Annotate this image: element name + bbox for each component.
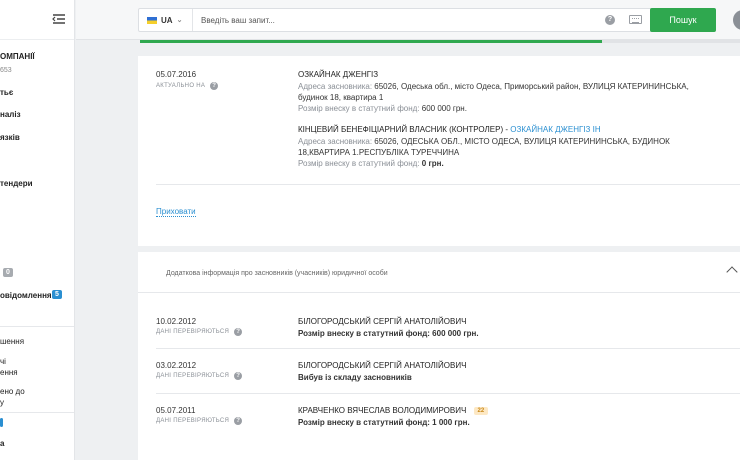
sidebar-item-tenders[interactable]: тендери [0,179,33,188]
status-text: АКТУАЛЬНО НА [156,83,206,89]
active-indicator [0,418,3,427]
company-code: 653 [0,67,12,74]
company-title: ОМПАНІЇ [0,52,35,61]
help-icon[interactable]: ? [605,15,615,25]
capital-value: 0 грн. [421,159,444,168]
founder-name: ОЗКАЙНАК ДЖЕНГІЗ [298,70,379,79]
address-value: 65026, ОДЕСЬКА ОБЛ., МІСТО ОДЕСА, ВУЛИЦЯ… [374,137,670,146]
sidebar-subitem[interactable]: а [0,437,4,450]
sidebar-item-analysis[interactable]: наліз [0,110,21,119]
address-label: Адреса засновника: [298,137,373,146]
beneficiary-link[interactable]: ОЗКАЙНАК ДЖЕНГІЗ ІН [510,125,600,134]
collapse-menu-icon[interactable] [52,12,66,26]
progress-bar [140,40,740,43]
status-label: ДАНІ ПЕРЕВІРЯЮТЬСЯ ? [156,372,243,380]
divider [138,292,740,293]
chevron-down-icon: ⌄ [176,17,183,24]
history-name: БІЛОГОРОДСЬКИЙ СЕРГІЙ АНАТОЛІЙОВИЧ [298,317,467,326]
sidebar-divider [0,326,74,327]
count-badge: 0 [3,268,13,277]
ukraine-flag-icon [147,16,157,24]
search-input[interactable] [201,9,591,31]
capital-value: 600 000 грн. [421,104,467,113]
history-date: 03.02.2012 [156,361,197,370]
beneficiary-address-cont: 18,КВАРТИРА 1.РЕСПУБЛІКА ТУРЕЧЧИНА [298,148,460,157]
role-separator: - [505,125,509,134]
history-detail: Розмір внеску в статутний фонд: 600 000 … [298,329,479,338]
sidebar-item-dossier[interactable]: тьє [0,88,13,97]
status-label: АКТУАЛЬНО НА ? [156,82,219,90]
founders-date: 05.07.2016 [156,70,197,79]
address-label: Адреса засновника: [298,82,373,91]
beneficiary-address: Адреса засновника: 65026, ОДЕСЬКА ОБЛ., … [298,136,728,147]
status-label: ДАНІ ПЕРЕВІРЯЮТЬСЯ ? [156,328,243,336]
sidebar-item-links[interactable]: язків [0,133,20,142]
founders-history-card: Додаткова інформація про засновників (уч… [138,252,740,460]
status-label: ДАНІ ПЕРЕВІРЯЮТЬСЯ ? [156,417,243,425]
help-icon[interactable]: ? [210,82,219,90]
sidebar-subitem[interactable]: шення [0,335,24,348]
notifications-count-badge: 5 [52,290,62,299]
capital-label: Розмір внеску в статутний фонд: [298,104,420,113]
keyboard-icon[interactable] [629,15,642,24]
founder-capital: Розмір внеску в статутний фонд: 600 000 … [298,103,728,114]
history-detail: Розмір внеску в статутний фонд: 1 000 гр… [298,418,470,427]
sidebar-divider [0,412,74,413]
founder-address: Адреса засновника: 65026, Одеська обл., … [298,81,728,92]
beneficiary-capital: Розмір внеску в статутний фонд: 0 грн. [298,158,728,169]
status-text: ДАНІ ПЕРЕВІРЯЮТЬСЯ [156,418,230,424]
sidebar-subitem[interactable]: у [0,396,4,409]
history-date: 05.07.2011 [156,406,196,415]
status-text: ДАНІ ПЕРЕВІРЯЮТЬСЯ [156,373,230,379]
language-selector[interactable]: UA ⌄ [139,9,193,31]
chevron-up-icon[interactable] [726,266,738,278]
beneficiary-heading: КІНЦЕВИЙ БЕНЕФІЦІАРНИЙ ВЛАСНИК (КОНТРОЛЕ… [298,125,601,134]
sidebar: ОМПАНІЇ 653 тьє наліз язків тендери 0 ов… [0,0,75,460]
sidebar-subitem[interactable]: ення [0,366,18,379]
history-date: 10.02.2012 [156,317,197,326]
beneficiary-role: КІНЦЕВИЙ БЕНЕФІЦІАРНИЙ ВЛАСНИК (КОНТРОЛЕ… [298,125,504,134]
search-box: UA ⌄ ? [138,8,658,32]
history-name-text: КРАВЧЕНКО ВЯЧЕСЛАВ ВОЛОДИМИРОВИЧ [298,406,467,415]
progress-bar-fill [140,40,602,43]
address-value: 65026, Одеська обл., місто Одеса, Примор… [374,82,689,91]
hide-link[interactable]: Приховати [156,207,196,217]
search-button[interactable]: Пошук [650,8,716,32]
capital-label: Розмір внеску в статутний фонд: [298,159,420,168]
founders-card: 05.07.2016 АКТУАЛЬНО НА ? ОЗКАЙНАК ДЖЕНГ… [138,56,740,246]
top-bar: UA ⌄ ? Пошук [76,0,740,40]
divider [156,348,740,349]
founder-address-cont: будинок 18, квартира 1 [298,93,384,102]
sidebar-header [0,0,74,40]
language-label: UA [161,15,173,25]
help-icon[interactable]: ? [234,328,243,336]
history-name: КРАВЧЕНКО ВЯЧЕСЛАВ ВОЛОДИМИРОВИЧ 22 [298,406,489,415]
history-detail: Вибув із складу засновників [298,373,412,382]
count-badge: 22 [473,406,489,415]
section-title: Додаткова інформація про засновників (уч… [166,270,388,277]
divider [156,393,740,394]
help-icon[interactable]: ? [234,417,243,425]
help-icon[interactable]: ? [234,372,243,380]
status-text: ДАНІ ПЕРЕВІРЯЮТЬСЯ [156,329,230,335]
sidebar-item-notifications[interactable]: овідомлення [0,291,52,300]
history-name: БІЛОГОРОДСЬКИЙ СЕРГІЙ АНАТОЛІЙОВИЧ [298,361,467,370]
divider [156,184,740,185]
